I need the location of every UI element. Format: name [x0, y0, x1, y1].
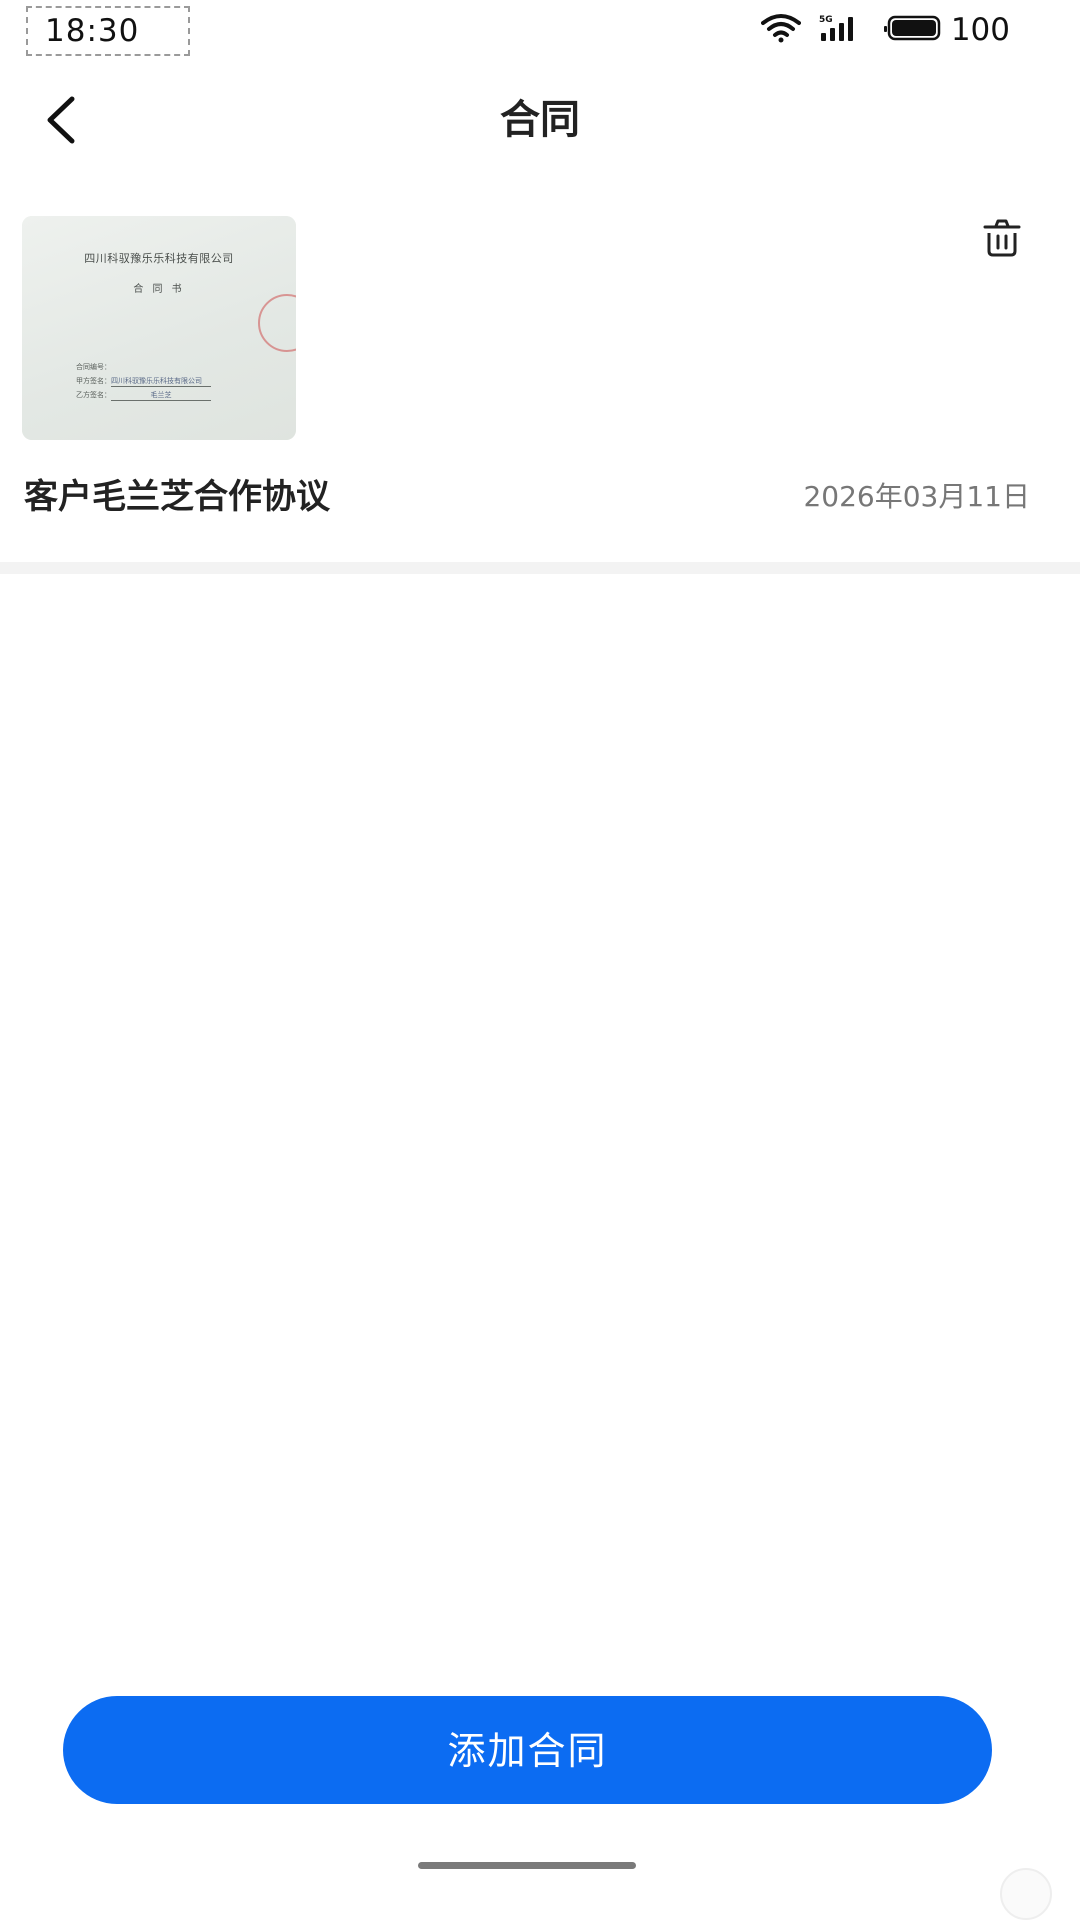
stamp-image: [258, 294, 296, 352]
contract-date: 2026年03月11日: [803, 480, 1030, 513]
document-image: 四川科驭豫乐乐科技有限公司 合 同 书 合同编号： 甲方签名：四川科驭豫乐乐科技…: [22, 216, 296, 440]
doc-line-party-a: 甲方签名：四川科驭豫乐乐科技有限公司: [76, 376, 211, 387]
status-time: 18:30: [26, 6, 190, 56]
contract-name: 客户毛兰芝合作协议: [24, 477, 330, 517]
add-contract-button[interactable]: 添加合同: [63, 1696, 992, 1804]
doc-line-number: 合同编号：: [76, 362, 111, 372]
nav-bar: 合同: [0, 70, 1080, 170]
status-bar: 18:30 5G 100: [0, 0, 1080, 64]
doc-line-party-b: 乙方签名： 毛兰芝: [76, 390, 211, 401]
doc-subheading: 合 同 书: [133, 284, 185, 295]
doc-line-party-b-value: 毛兰芝: [111, 390, 211, 401]
battery-icon: [883, 15, 941, 45]
floating-assist-button[interactable]: [1000, 1868, 1052, 1920]
home-indicator[interactable]: [418, 1862, 636, 1869]
wifi-icon: [760, 13, 801, 47]
doc-line-party-a-label: 甲方签名：: [76, 377, 111, 385]
screen: 18:30 5G 100 合同 四川科驭豫乐乐科技有限公司 合 同 书 合同编号…: [0, 0, 1080, 1920]
divider: [0, 562, 1080, 574]
doc-line-party-b-label: 乙方签名：: [76, 391, 111, 399]
battery-level: 100: [950, 12, 1010, 48]
doc-line-number-label: 合同编号：: [76, 363, 111, 371]
doc-heading: 四川科驭豫乐乐科技有限公司: [84, 252, 234, 265]
doc-line-party-a-value: 四川科驭豫乐乐科技有限公司: [111, 376, 211, 387]
signal-icon: 5G: [819, 13, 861, 47]
network-type: 5G: [819, 15, 833, 25]
contract-thumbnail[interactable]: 四川科驭豫乐乐科技有限公司 合 同 书 合同编号： 甲方签名：四川科驭豫乐乐科技…: [22, 216, 296, 440]
page-title: 合同: [500, 97, 580, 143]
status-indicators: 5G 100: [760, 10, 1010, 50]
contract-card[interactable]: 四川科驭豫乐乐科技有限公司 合 同 书 合同编号： 甲方签名：四川科驭豫乐乐科技…: [0, 200, 1080, 560]
delete-button[interactable]: [976, 212, 1028, 264]
trash-icon: [983, 219, 1021, 257]
